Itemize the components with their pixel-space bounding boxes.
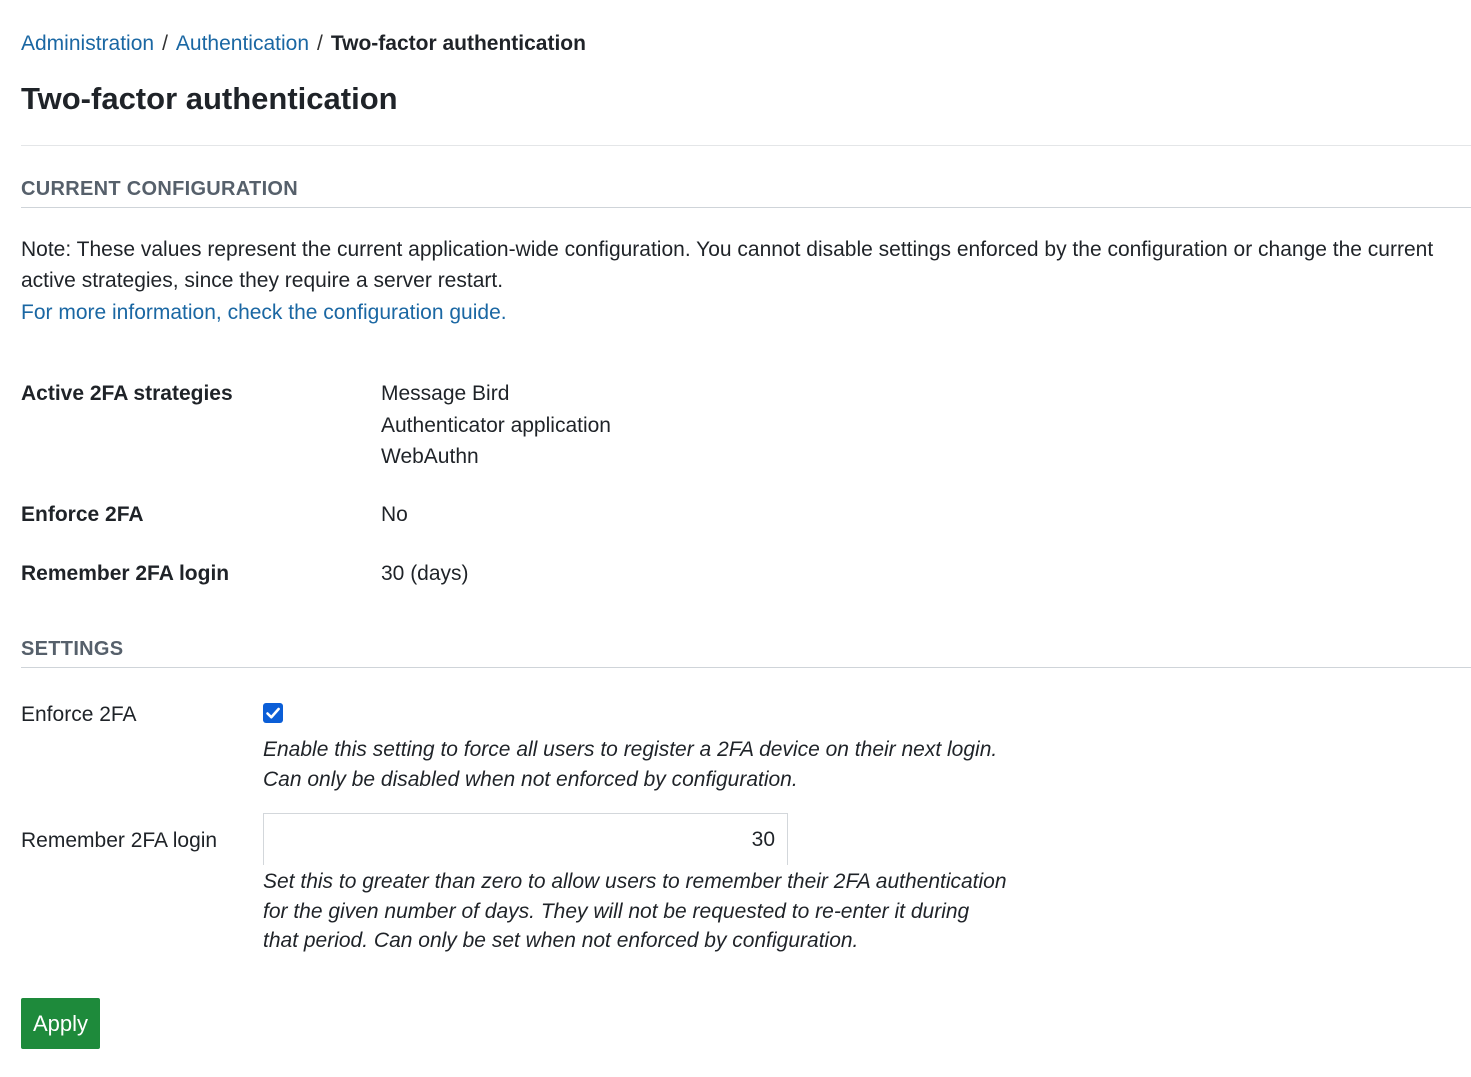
checkmark-icon bbox=[266, 707, 280, 719]
enforce-2fa-label: Enforce 2FA bbox=[21, 703, 137, 726]
apply-button[interactable]: Apply bbox=[21, 998, 100, 1049]
remember-2fa-config-label: Remember 2FA login bbox=[21, 562, 230, 585]
breadcrumb-authentication[interactable]: Authentication bbox=[176, 32, 309, 55]
enforce-2fa-config-value: No bbox=[381, 503, 408, 526]
remember-2fa-help: Set this to greater than zero to allow u… bbox=[263, 870, 1007, 952]
breadcrumb-administration[interactable]: Administration bbox=[21, 32, 154, 55]
strategy-list: Message Bird Authenticator application W… bbox=[381, 378, 611, 473]
breadcrumb-separator: / bbox=[317, 32, 323, 55]
strategy-item: Authenticator application bbox=[381, 413, 611, 437]
enforce-2fa-config-label: Enforce 2FA bbox=[21, 503, 144, 526]
strategy-item: WebAuthn bbox=[381, 445, 479, 468]
breadcrumb-separator: / bbox=[162, 32, 168, 55]
configuration-guide-link[interactable]: For more information, check the configur… bbox=[21, 297, 507, 328]
active-strategies-label: Active 2FA strategies bbox=[21, 382, 233, 405]
configuration-note: Note: These values represent the current… bbox=[21, 238, 1434, 292]
breadcrumb: Administration / Authentication / Two-factor… bbox=[21, 30, 586, 58]
remember-2fa-label: Remember 2FA login bbox=[21, 829, 218, 852]
breadcrumb-current: Two-factor authentication bbox=[330, 32, 586, 55]
settings-header: SETTINGS bbox=[21, 636, 1471, 668]
active-strategies-value: Message Bird Authenticator application W… bbox=[381, 378, 611, 473]
page-title: Two-factor authentication bbox=[21, 81, 398, 116]
title-divider bbox=[21, 145, 1471, 146]
enforce-2fa-help-line1: Enable this setting to force all users t… bbox=[263, 738, 998, 761]
enforce-2fa-help: Enable this setting to force all users t… bbox=[263, 735, 1023, 794]
enforce-2fa-help-line2: Can only be disabled when not enforced b… bbox=[263, 767, 798, 791]
remember-2fa-config-value: 30 (days) bbox=[381, 562, 469, 585]
strategy-item: Message Bird bbox=[381, 382, 510, 405]
enforce-2fa-checkbox[interactable] bbox=[263, 703, 283, 723]
current-configuration-header: CURRENT CONFIGURATION bbox=[21, 176, 1471, 208]
remember-2fa-days-input[interactable] bbox=[263, 813, 788, 865]
